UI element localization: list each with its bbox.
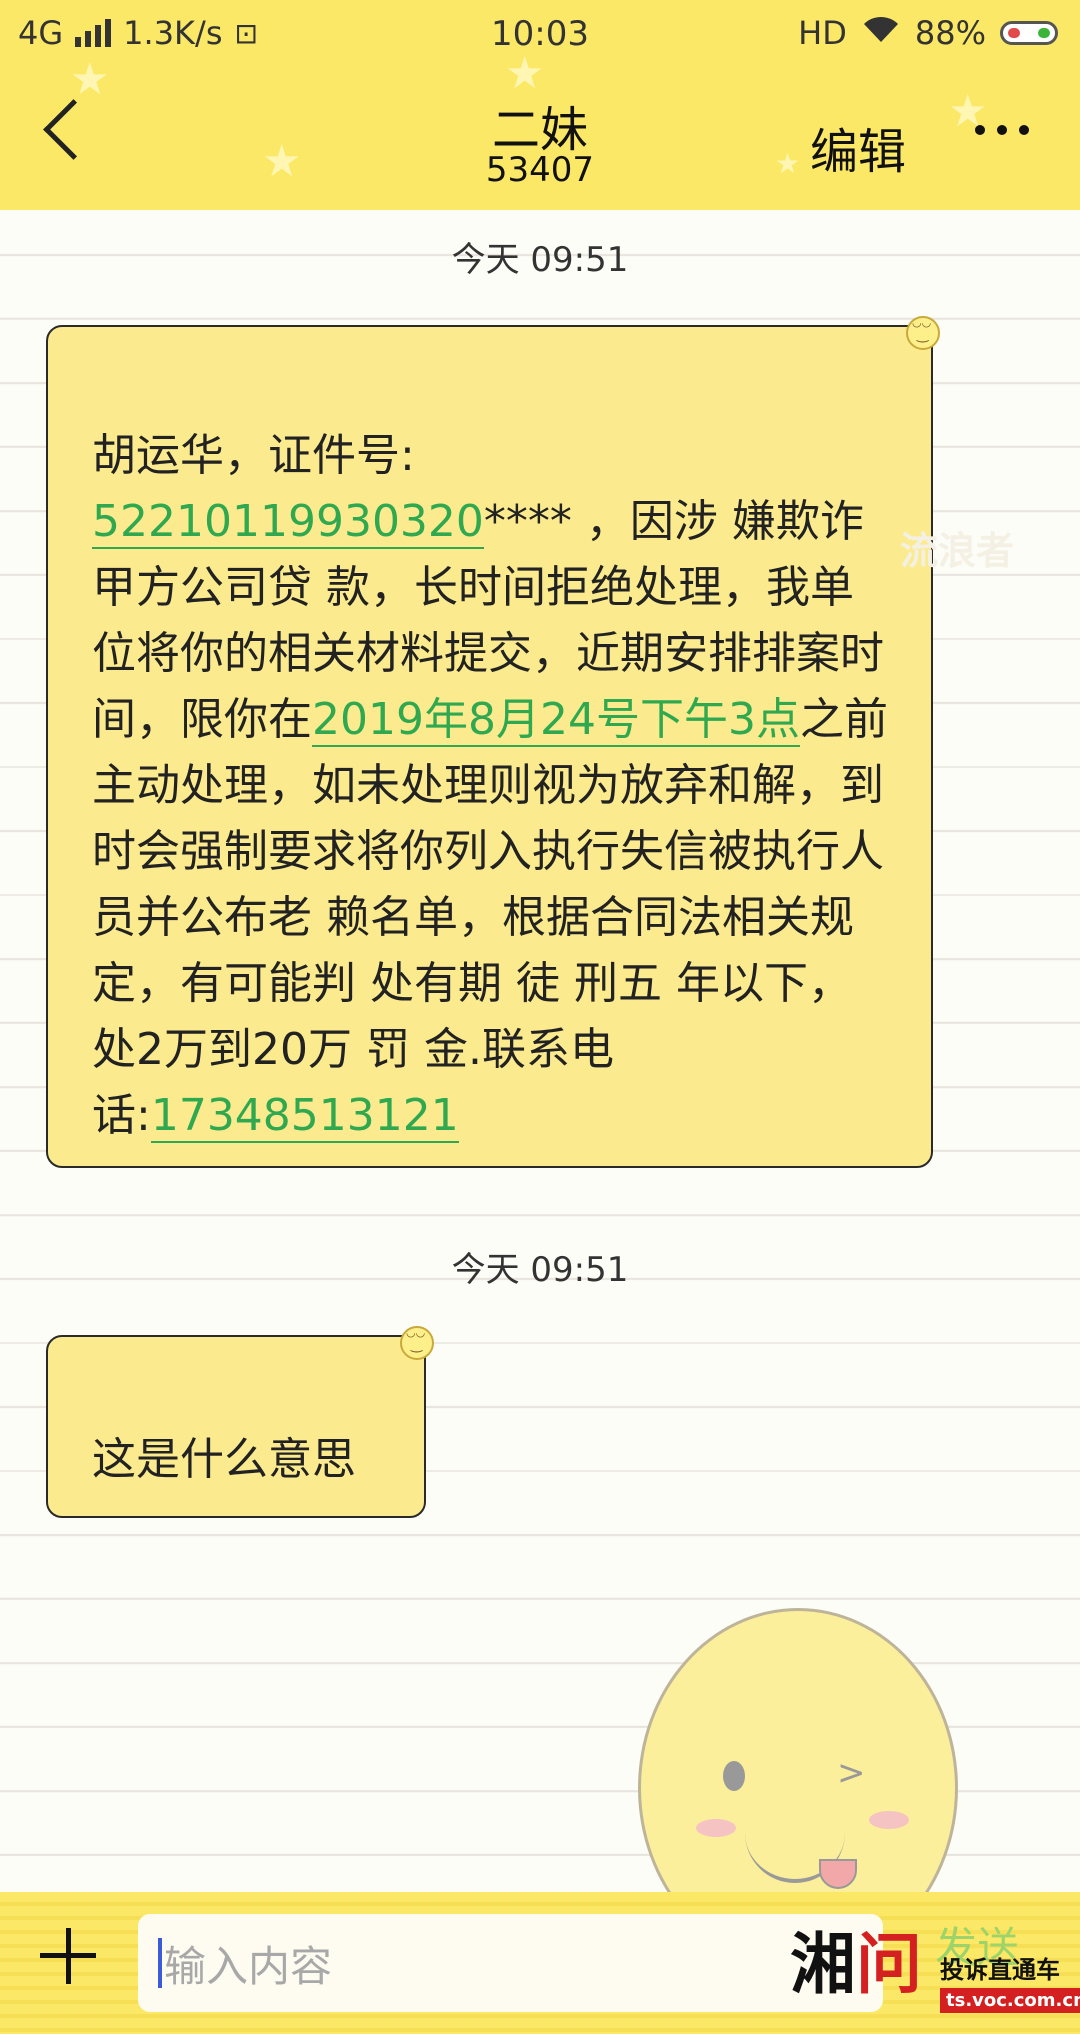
top-bar: ★ ★ ★ ★ ★ 4G 1.3K/s ⊡ 10:03 HD 88% 二妹 53… [0,0,1080,210]
smiley-icon [400,1326,434,1360]
message-text: 胡运华，证件号: 52210119930320**** ，因涉 嫌欺诈甲方公司贷… [92,423,891,1149]
wifi-icon [861,14,901,52]
battery-icon [1000,21,1058,45]
brand-logo: 湘问 [790,1926,922,2003]
status-right: HD 88% [798,14,1058,52]
phone-number-link[interactable]: 17348513121 [150,1090,459,1143]
message-segment: 胡运华，证件号: [92,430,415,481]
contact-number: 53407 [485,150,595,190]
battery-percent: 88% [914,14,986,52]
edit-button[interactable]: 编辑 [810,112,906,182]
brand-tagline: 投诉直通车 [940,1956,1060,1984]
message-bubble[interactable]: 这是什么意思 [46,1335,426,1518]
date-link[interactable]: 2019年8月24号下午3点 [312,694,800,747]
text-caret [158,1938,162,1988]
message-segment: 之前主动处理，如未处理则视为放弃和解，到时会强制要求将你列入执行失信被执行人员并… [92,694,888,1141]
brand-url: ts.voc.com.cn [940,1988,1080,2013]
message-timestamp: 今天 09:51 [451,1250,629,1290]
message-timestamp: 今天 09:51 [451,240,629,280]
more-icon[interactable] [975,125,1029,135]
smiley-icon [906,316,940,350]
message-input[interactable]: 输入内容 [138,1914,883,2012]
hd-indicator: HD [798,14,847,52]
id-number-link[interactable]: 52210119930320 [92,496,484,549]
message-bubble[interactable]: 胡运华，证件号: 52210119930320**** ，因涉 嫌欺诈甲方公司贷… [46,325,933,1168]
plus-icon[interactable] [40,1928,96,1984]
input-bar: 输入内容 发送 湘问 投诉直通车 ts.voc.com.cn [0,1892,1080,2034]
message-text: 这是什么意思 [92,1434,356,1485]
input-placeholder: 输入内容 [164,1941,333,1991]
watermark: 流浪者 [900,529,1015,573]
